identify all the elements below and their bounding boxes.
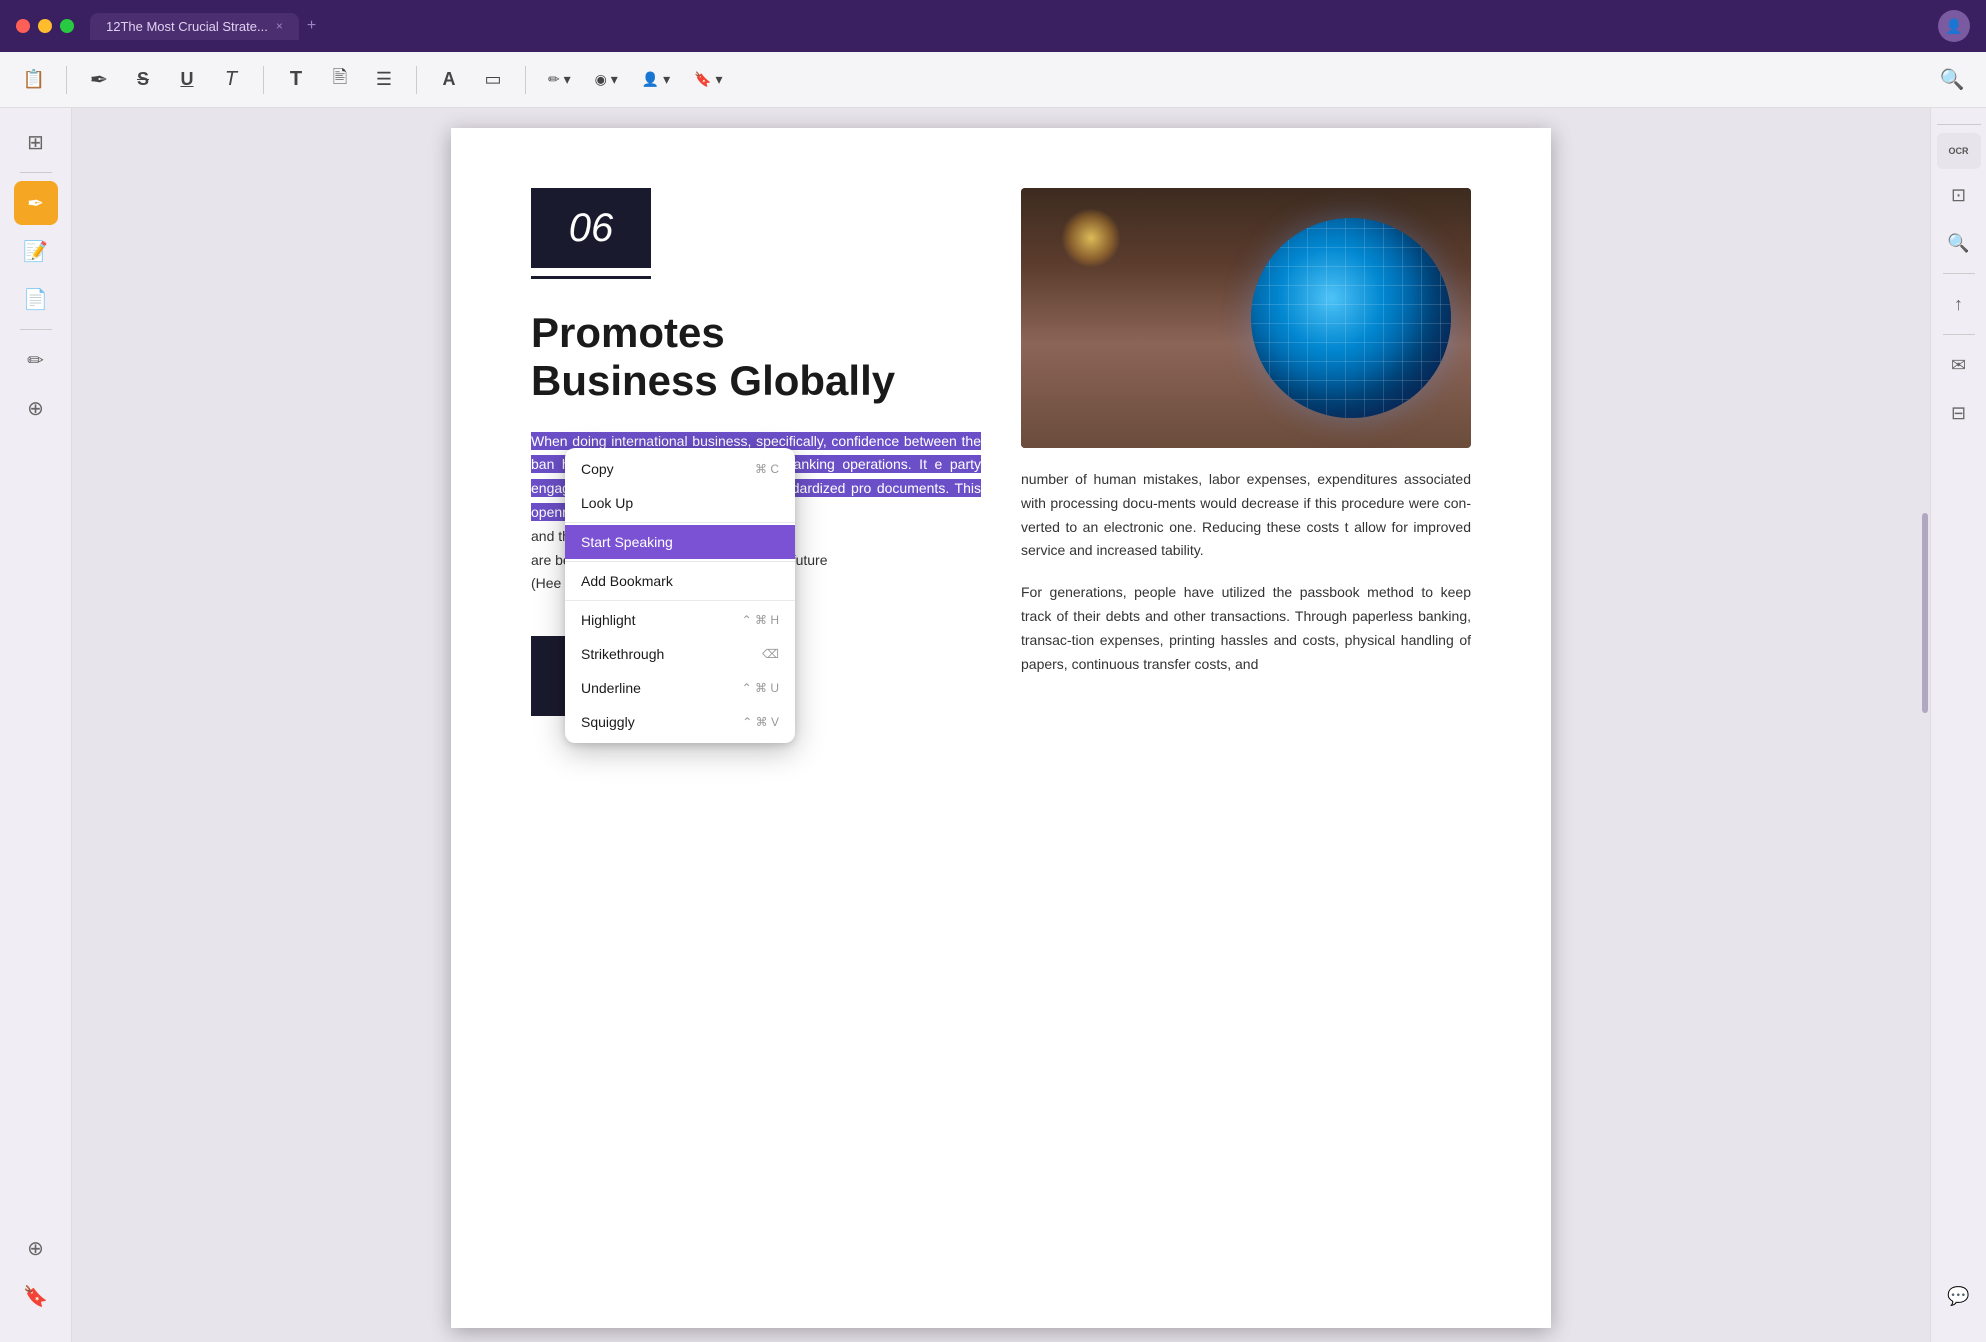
titlebar: 12The Most Crucial Strate... × + 👤 — [0, 0, 1986, 52]
menu-start-speaking[interactable]: Start Speaking — [565, 525, 795, 559]
sidebar-bookmark-icon[interactable]: 🔖 — [14, 1274, 58, 1318]
chapter-underline — [531, 276, 651, 279]
right-sidebar: OCR ⊡ 🔍 ↑ ✉ ⊟ 💬 — [1930, 108, 1986, 1342]
menu-lookup-label: Look Up — [581, 495, 633, 511]
right-sidebar-bottom: 💬 — [1937, 1274, 1981, 1330]
menu-lookup[interactable]: Look Up — [565, 486, 795, 520]
menu-separator-2 — [565, 561, 795, 562]
menu-separator-1 — [565, 522, 795, 523]
left-sidebar: ⊞ ✒ 📝 📄 ✏ ⊕ ⊕ 🔖 — [0, 108, 72, 1342]
menu-highlight-label: Highlight — [581, 612, 635, 628]
sidebar-pages-icon[interactable]: 📄 — [14, 277, 58, 321]
text-box-button[interactable]: 🖹 — [322, 62, 358, 98]
sidebar-layers-icon[interactable]: ⊕ — [14, 386, 58, 430]
tab-close-button[interactable]: × — [276, 19, 283, 33]
scrollbar[interactable] — [1922, 118, 1928, 1105]
list-tool-button[interactable]: ☰ — [366, 62, 402, 98]
title-line-2: Business Globally — [531, 357, 981, 405]
text-tool-button[interactable]: T — [213, 62, 249, 98]
underline-button[interactable]: U — [169, 62, 205, 98]
minimize-button[interactable] — [38, 19, 52, 33]
right-search-doc-icon[interactable]: 🔍 — [1937, 221, 1981, 265]
right-comment-icon[interactable]: 💬 — [1937, 1274, 1981, 1318]
menu-underline-label: Underline — [581, 680, 641, 696]
brush-options-button[interactable]: ✏ ▾ — [540, 67, 579, 92]
right-sep-1 — [1943, 273, 1975, 274]
stamp-options-button[interactable]: 🔖 ▾ — [686, 67, 730, 92]
menu-add-bookmark-label: Add Bookmark — [581, 573, 673, 589]
sidebar-sep-2 — [20, 329, 52, 330]
menu-squiggly-label: Squiggly — [581, 714, 635, 730]
context-menu: Copy ⌘ C Look Up Start Speaking Add Book… — [565, 448, 795, 743]
close-button[interactable] — [16, 19, 30, 33]
menu-copy-label: Copy — [581, 461, 614, 477]
menu-highlight[interactable]: Highlight ⌃ ⌘ H — [565, 603, 795, 637]
right-sep-2 — [1943, 334, 1975, 335]
body-text-right-top: number of human mistakes, labor expenses… — [1021, 468, 1471, 563]
sidebar-layers-bottom-icon[interactable]: ⊕ — [14, 1226, 58, 1270]
new-tab-button[interactable]: + — [307, 17, 316, 35]
content-area: 06 Promotes Business Globally When doing… — [72, 108, 1930, 1342]
globe-image — [1021, 188, 1471, 448]
traffic-lights — [16, 19, 74, 33]
right-scan-icon[interactable]: ⊡ — [1937, 173, 1981, 217]
tab-title: 12The Most Crucial Strate... — [106, 19, 268, 34]
document-view-button[interactable]: 📋 — [16, 62, 52, 98]
menu-add-bookmark[interactable]: Add Bookmark — [565, 564, 795, 598]
highlight-text-button[interactable]: A — [431, 62, 467, 98]
globe-grid-lines — [1251, 218, 1451, 418]
bold-text-button[interactable]: T — [278, 62, 314, 98]
sidebar-bottom: ⊕ 🔖 — [14, 1226, 58, 1330]
globe-sphere — [1251, 218, 1451, 418]
right-column: number of human mistakes, labor expenses… — [1021, 188, 1471, 716]
globe-visual — [1021, 188, 1471, 448]
menu-squiggly[interactable]: Squiggly ⌃ ⌘ V — [565, 705, 795, 739]
menu-copy[interactable]: Copy ⌘ C — [565, 452, 795, 486]
toolbar: 📋 ✒ S U T T 🖹 ☰ A ▭ ✏ ▾ ◉ ▾ 👤 ▾ 🔖 ▾ 🔍 — [0, 52, 1986, 108]
section-title: Promotes Business Globally — [531, 309, 981, 406]
menu-highlight-shortcut: ⌃ ⌘ H — [742, 613, 779, 627]
menu-separator-3 — [565, 600, 795, 601]
scrollbar-thumb[interactable] — [1922, 513, 1928, 713]
search-button[interactable]: 🔍 — [1934, 62, 1970, 98]
menu-strikethrough[interactable]: Strikethrough ⌫ — [565, 637, 795, 671]
toolbar-separator-1 — [66, 66, 67, 94]
active-tab[interactable]: 12The Most Crucial Strate... × — [90, 13, 299, 40]
pen-tool-button[interactable]: ✒ — [81, 62, 117, 98]
sidebar-thumbnail-icon[interactable]: ⊞ — [14, 120, 58, 164]
menu-start-speaking-label: Start Speaking — [581, 534, 673, 550]
sidebar-notes-icon[interactable]: 📝 — [14, 229, 58, 273]
right-print-icon[interactable]: ⊟ — [1937, 391, 1981, 435]
menu-strikethrough-label: Strikethrough — [581, 646, 664, 662]
toolbar-separator-4 — [525, 66, 526, 94]
menu-strikethrough-shortcut: ⌫ — [762, 647, 779, 661]
chapter-number: 06 — [569, 206, 614, 251]
strikethrough-button[interactable]: S — [125, 62, 161, 98]
right-mail-icon[interactable]: ✉ — [1937, 343, 1981, 387]
menu-underline[interactable]: Underline ⌃ ⌘ U — [565, 671, 795, 705]
sidebar-annotate-icon[interactable]: ✒ — [14, 181, 58, 225]
user-options-button[interactable]: 👤 ▾ — [634, 67, 678, 92]
chapter-box: 06 — [531, 188, 651, 268]
toolbar-right: 🔍 — [1934, 62, 1970, 98]
color-picker-button[interactable]: ◉ ▾ — [587, 67, 626, 92]
sidebar-sep-1 — [20, 172, 52, 173]
user-avatar[interactable]: 👤 — [1938, 10, 1970, 42]
title-line-1: Promotes — [531, 309, 981, 357]
right-share-icon[interactable]: ↑ — [1937, 282, 1981, 326]
right-sep-top — [1937, 124, 1981, 125]
body-text-right-bottom: For generations, people have utilized th… — [1021, 581, 1471, 676]
right-ocr-icon[interactable]: OCR — [1937, 133, 1981, 169]
toolbar-separator-2 — [263, 66, 264, 94]
menu-squiggly-shortcut: ⌃ ⌘ V — [742, 715, 779, 729]
maximize-button[interactable] — [60, 19, 74, 33]
toolbar-separator-3 — [416, 66, 417, 94]
menu-underline-shortcut: ⌃ ⌘ U — [742, 681, 779, 695]
main-layout: ⊞ ✒ 📝 📄 ✏ ⊕ ⊕ 🔖 06 Promotes — [0, 108, 1986, 1342]
sidebar-edit-icon[interactable]: ✏ — [14, 338, 58, 382]
shape-fill-button[interactable]: ▭ — [475, 62, 511, 98]
menu-copy-shortcut: ⌘ C — [755, 462, 779, 476]
